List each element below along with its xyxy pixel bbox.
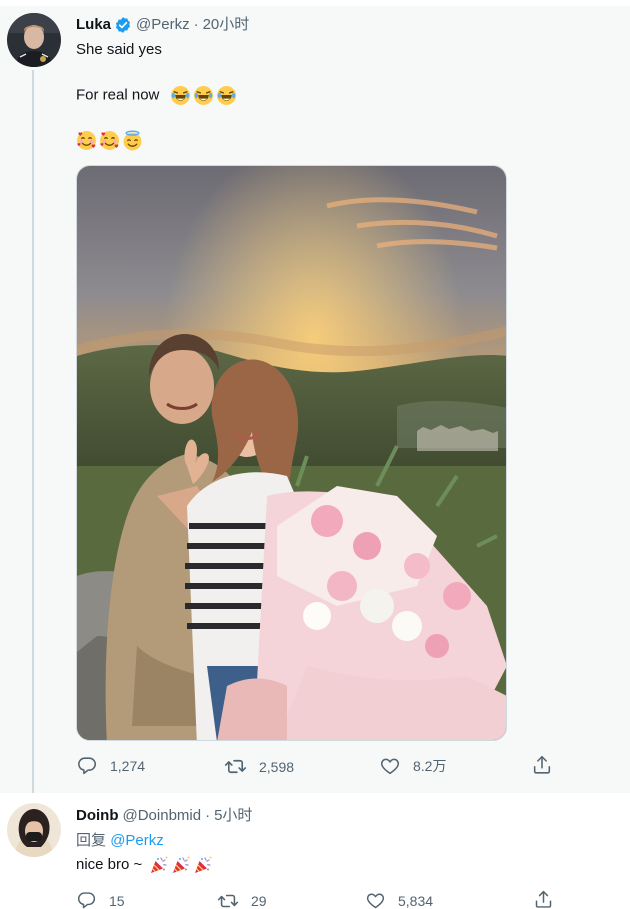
smiling-face-with-hearts-emoji-icon bbox=[99, 130, 120, 151]
top-gap bbox=[0, 0, 630, 6]
tweet[interactable]: Luka @Perkz · 20小时 She said yes For real… bbox=[0, 0, 630, 793]
reply-like-action[interactable]: 5,834 bbox=[365, 890, 433, 909]
share-icon bbox=[535, 890, 552, 908]
tweet-text-line-2: For real now bbox=[76, 85, 239, 106]
share-icon bbox=[533, 755, 551, 774]
retweet-count: 2,598 bbox=[259, 758, 295, 775]
verified-badge-icon bbox=[115, 17, 131, 33]
reply-like-count: 5,834 bbox=[398, 892, 434, 909]
author-handle[interactable]: @Perkz bbox=[136, 15, 190, 35]
separator-dot: · bbox=[193, 16, 199, 33]
reply-retweet-count: 29 bbox=[251, 893, 267, 909]
reply-author-handle[interactable]: @Doinbmid bbox=[123, 806, 202, 826]
reply-reply-count: 15 bbox=[109, 892, 125, 909]
share-action[interactable] bbox=[531, 754, 553, 776]
tears-of-joy-emoji-icon bbox=[192, 85, 214, 106]
retweet-icon bbox=[217, 894, 239, 908]
reply-icon bbox=[78, 757, 97, 775]
tweet-header: Luka @Perkz · 20小时 bbox=[76, 15, 249, 35]
like-action[interactable]: 8.2万 bbox=[379, 755, 446, 777]
replying-to-mention[interactable]: @Perkz bbox=[110, 832, 164, 849]
tears-of-joy-emoji-icon bbox=[169, 85, 191, 106]
reply-text-label: nice bro ~ bbox=[76, 856, 143, 873]
thread-connector-line bbox=[32, 70, 34, 793]
reply-author-name[interactable]: Doinb bbox=[76, 806, 119, 826]
reply-share-action[interactable] bbox=[533, 889, 554, 909]
party-popper-emoji-icon bbox=[150, 855, 169, 874]
separator-dot: · bbox=[205, 807, 211, 824]
retweet-icon bbox=[224, 759, 247, 774]
retweet-action[interactable]: 2,598 bbox=[224, 755, 294, 778]
smiling-face-with-hearts-emoji-icon bbox=[76, 130, 97, 151]
reply-timestamp[interactable]: 5小时 bbox=[214, 806, 252, 826]
reply-icon bbox=[77, 892, 96, 909]
reply-tweet[interactable]: Doinb @Doinbmid · 5小时 回复 @Perkz nice bro… bbox=[0, 793, 630, 909]
replying-to-label: 回复 bbox=[76, 832, 107, 849]
reply-text: nice bro ~ bbox=[76, 855, 215, 875]
reply-action[interactable]: 1,274 bbox=[76, 755, 145, 777]
author-avatar[interactable] bbox=[7, 13, 61, 67]
party-popper-emoji-icon bbox=[194, 855, 213, 874]
tweet-text-line-2-label: For real now bbox=[76, 86, 160, 104]
replying-to: 回复 @Perkz bbox=[76, 831, 164, 851]
tweet-text-line-1: She said yes bbox=[76, 41, 162, 58]
heart-icon bbox=[380, 758, 400, 775]
timestamp[interactable]: 20小时 bbox=[203, 15, 250, 35]
reply-reply-action[interactable]: 15 bbox=[76, 890, 125, 909]
heart-icon bbox=[366, 893, 385, 909]
party-popper-emoji-icon bbox=[172, 855, 191, 874]
smiling-face-with-halo-emoji-icon bbox=[122, 130, 143, 151]
reply-count: 1,274 bbox=[110, 758, 146, 774]
tweet-emoji-line bbox=[76, 130, 145, 151]
reply-author-avatar[interactable] bbox=[7, 803, 61, 857]
like-count: 8.2万 bbox=[413, 758, 447, 774]
tears-of-joy-emoji-icon bbox=[215, 85, 237, 106]
reply-header: Doinb @Doinbmid · 5小时 bbox=[76, 806, 252, 826]
author-name[interactable]: Luka bbox=[76, 15, 111, 35]
engagement-photo[interactable] bbox=[76, 165, 507, 741]
reply-retweet-action[interactable]: 29 bbox=[217, 890, 267, 909]
